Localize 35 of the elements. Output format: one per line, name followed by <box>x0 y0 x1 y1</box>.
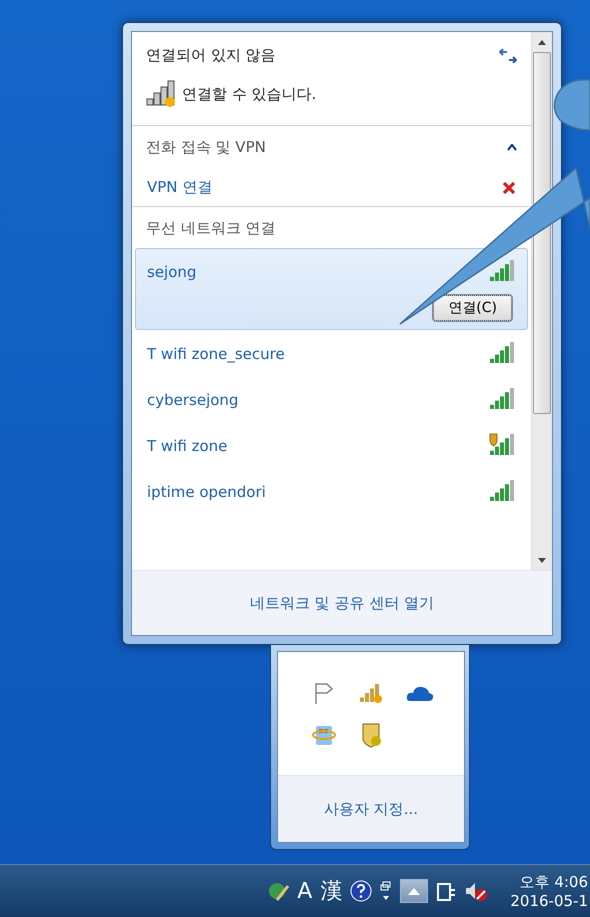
flag-icon[interactable] <box>313 681 335 705</box>
globe-pencil-icon[interactable] <box>267 880 290 902</box>
connect-button[interactable]: 연결(C) <box>433 295 512 321</box>
shield-icon[interactable] <box>361 722 383 748</box>
input-mode-indicator[interactable]: A <box>297 878 312 904</box>
scrollbar[interactable] <box>531 32 552 570</box>
help-icon[interactable] <box>350 880 372 902</box>
network-sharing-center-link[interactable]: 네트워크 및 공유 센터 열기 <box>250 594 434 612</box>
network-name[interactable]: iptime opendori <box>147 483 266 501</box>
hanja-indicator[interactable]: 漢 <box>320 876 342 906</box>
network-name[interactable]: T wifi zone_secure <box>147 345 285 363</box>
window-options-icon[interactable] <box>380 880 392 902</box>
show-hidden-icons-button[interactable] <box>400 879 428 903</box>
cloud-icon[interactable] <box>406 684 434 702</box>
colorful-app-icon[interactable] <box>312 723 336 747</box>
scroll-up-icon[interactable] <box>538 40 546 44</box>
network-name[interactable]: sejong <box>147 263 196 281</box>
connection-available-text: 연결할 수 있습니다. <box>182 84 316 104</box>
network-name[interactable]: cybersejong <box>147 391 238 409</box>
collapse-caret-icon[interactable] <box>507 144 517 151</box>
clock-time[interactable]: 오후 4:06 <box>520 872 588 892</box>
x-icon <box>502 180 516 194</box>
signal-sun-icon <box>146 79 178 109</box>
vpn-connection-name[interactable]: VPN 연결 <box>147 178 212 197</box>
clock-date[interactable]: 2016-05-1 <box>510 892 588 910</box>
section-title: 무선 네트워크 연결 <box>146 219 276 238</box>
selected-network-item[interactable]: sejong 연결(C) <box>135 248 528 330</box>
section-title: 전화 접속 및 VPN <box>146 138 266 157</box>
refresh-arrows-icon[interactable] <box>499 48 517 62</box>
power-plug-icon[interactable] <box>436 880 456 902</box>
customize-link[interactable]: 사용자 지정... <box>324 800 418 818</box>
network-name[interactable]: T wifi zone <box>147 437 228 455</box>
up-arrow-icon <box>408 888 420 894</box>
connection-status-title: 연결되어 있지 않음 <box>146 46 276 65</box>
scroll-down-icon[interactable] <box>538 558 546 562</box>
